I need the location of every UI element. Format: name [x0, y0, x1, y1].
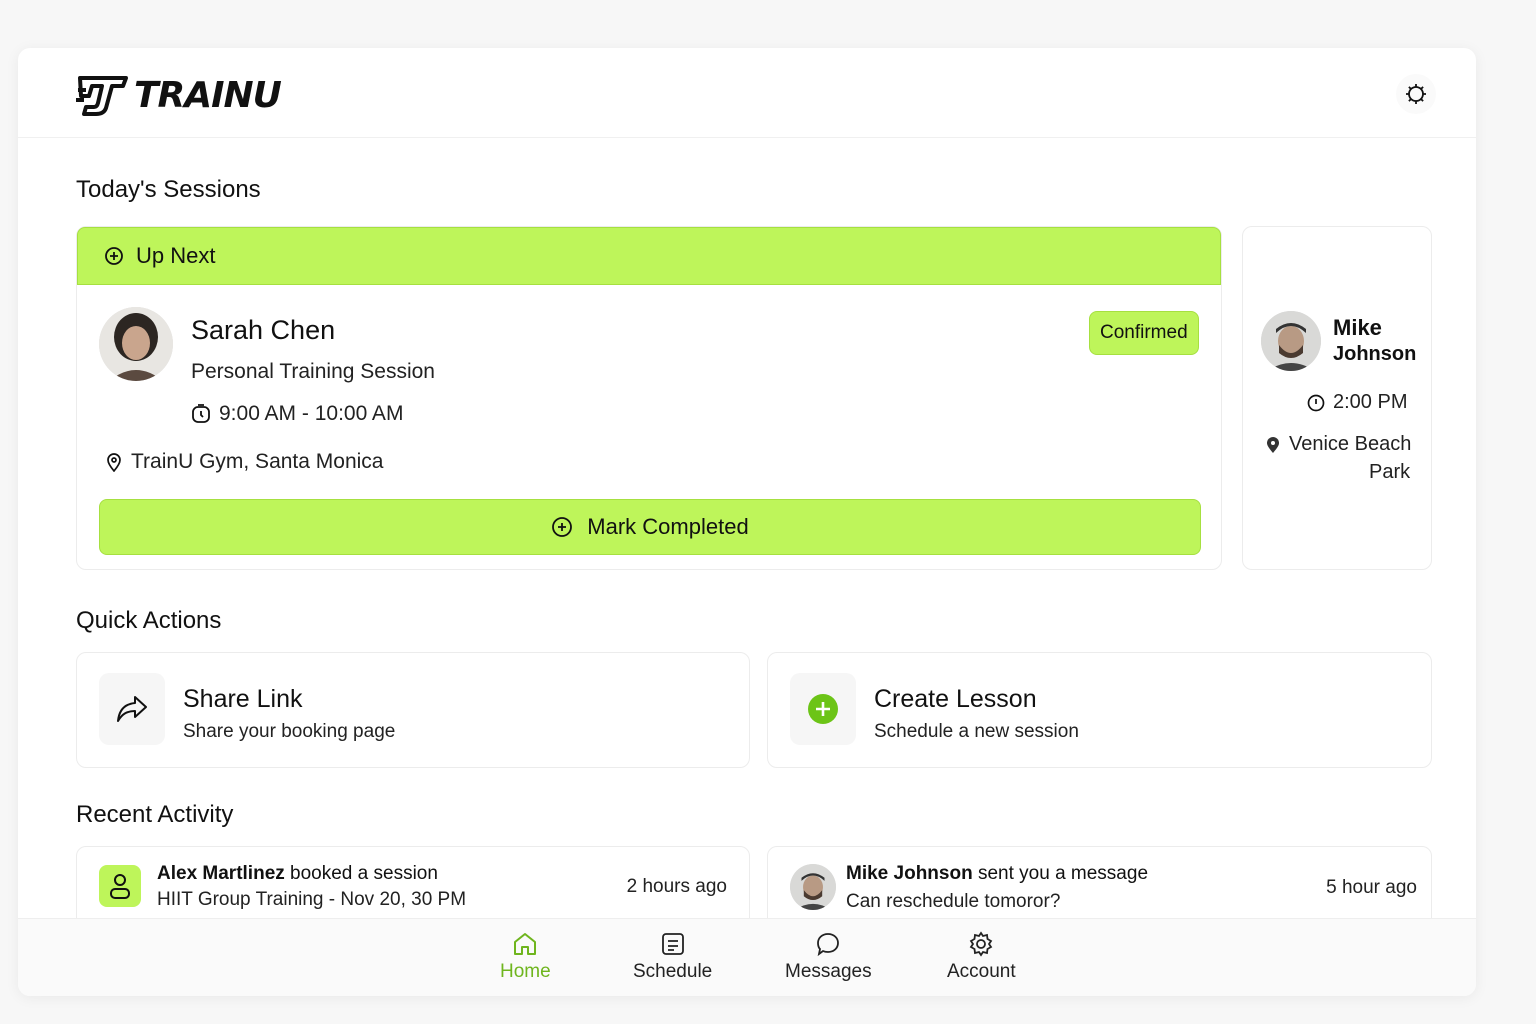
next-session-location-line2: Park — [1369, 461, 1411, 483]
activity-text: Alex Martlinez booked a session — [157, 863, 438, 884]
activity-text: Mike Johnson sent you a message — [846, 863, 1149, 884]
plus-circle-icon — [552, 517, 573, 537]
sessions-title: Today's Sessions — [76, 176, 261, 203]
client-name: Sarah Chen — [191, 315, 336, 345]
create-lesson-subtitle: Schedule a new session — [874, 721, 1079, 742]
create-icon-container — [790, 673, 856, 745]
activity-time: 5 hour ago — [1326, 877, 1417, 898]
user-icon — [110, 874, 130, 899]
settings-button[interactable] — [1396, 74, 1436, 114]
schedule-icon — [661, 933, 684, 955]
nav-account[interactable]: Account — [947, 931, 1016, 983]
pin-icon — [107, 453, 121, 472]
gear-icon — [1406, 84, 1426, 104]
nav-schedule[interactable]: Schedule — [633, 931, 712, 983]
gear-icon — [970, 931, 993, 957]
session-location: TrainU Gym, Santa Monica — [105, 450, 383, 474]
bottom-nav: Home Schedule Messages Account — [18, 918, 1476, 996]
activity-detail: HIIT Group Training - Nov 20, 30 PM — [157, 889, 467, 910]
activity-time: 2 hours ago — [626, 876, 727, 897]
chat-icon — [817, 933, 840, 957]
clock-icon — [1307, 394, 1325, 411]
up-next-session-card: Up Next Sarah Chen Personal Training Ses… — [76, 226, 1222, 570]
status-badge: Confirmed — [1089, 311, 1199, 355]
share-icon-container — [99, 673, 165, 745]
avatar-mike-johnson — [790, 864, 836, 910]
up-next-label: Up Next — [136, 243, 216, 268]
session-type: Personal Training Session — [191, 360, 435, 383]
next-session-time: 2:00 PM — [1307, 391, 1407, 414]
up-next-banner: Up Next — [77, 227, 1221, 285]
plus-circle-filled-icon — [808, 694, 838, 724]
pin-icon — [1267, 436, 1279, 453]
nav-messages[interactable]: Messages — [785, 931, 872, 983]
activity-detail: Can reschedule tomoror? — [846, 891, 1061, 912]
clock-icon — [192, 404, 210, 423]
plus-circle-icon — [105, 247, 123, 265]
share-arrow-icon — [117, 696, 147, 722]
nav-home[interactable]: Home — [500, 931, 551, 983]
share-link-card[interactable]: Share Link Share your booking page — [76, 652, 750, 768]
recent-activity-title: Recent Activity — [76, 801, 234, 828]
next-session-card[interactable]: Mike Johnson 2:00 PM Venice Beach Park — [1242, 226, 1432, 570]
app-window: TRAINU Today's Sessions Up Next Sarah Ch… — [18, 48, 1476, 996]
home-icon — [514, 933, 537, 955]
quick-actions-title: Quick Actions — [76, 607, 222, 634]
share-link-subtitle: Share your booking page — [183, 721, 396, 742]
mark-completed-button[interactable]: Mark Completed — [99, 499, 1201, 555]
next-client-first-name: Mike — [1333, 315, 1382, 340]
next-session-location: Venice Beach — [1265, 433, 1411, 456]
share-link-title: Share Link — [183, 685, 303, 713]
create-lesson-title: Create Lesson — [874, 685, 1037, 713]
user-icon-container — [99, 865, 141, 907]
create-lesson-card[interactable]: Create Lesson Schedule a new session — [767, 652, 1432, 768]
logo-text: TRAINU — [134, 74, 282, 116]
header: TRAINU — [18, 48, 1476, 138]
session-time: 9:00 AM - 10:00 AM — [191, 402, 403, 426]
trainu-logo-icon — [76, 76, 128, 116]
avatar-sarah-chen — [99, 307, 173, 381]
logo[interactable]: TRAINU — [76, 74, 282, 116]
next-client-last-name: Johnson — [1333, 343, 1417, 365]
avatar-mike-johnson — [1261, 311, 1321, 371]
